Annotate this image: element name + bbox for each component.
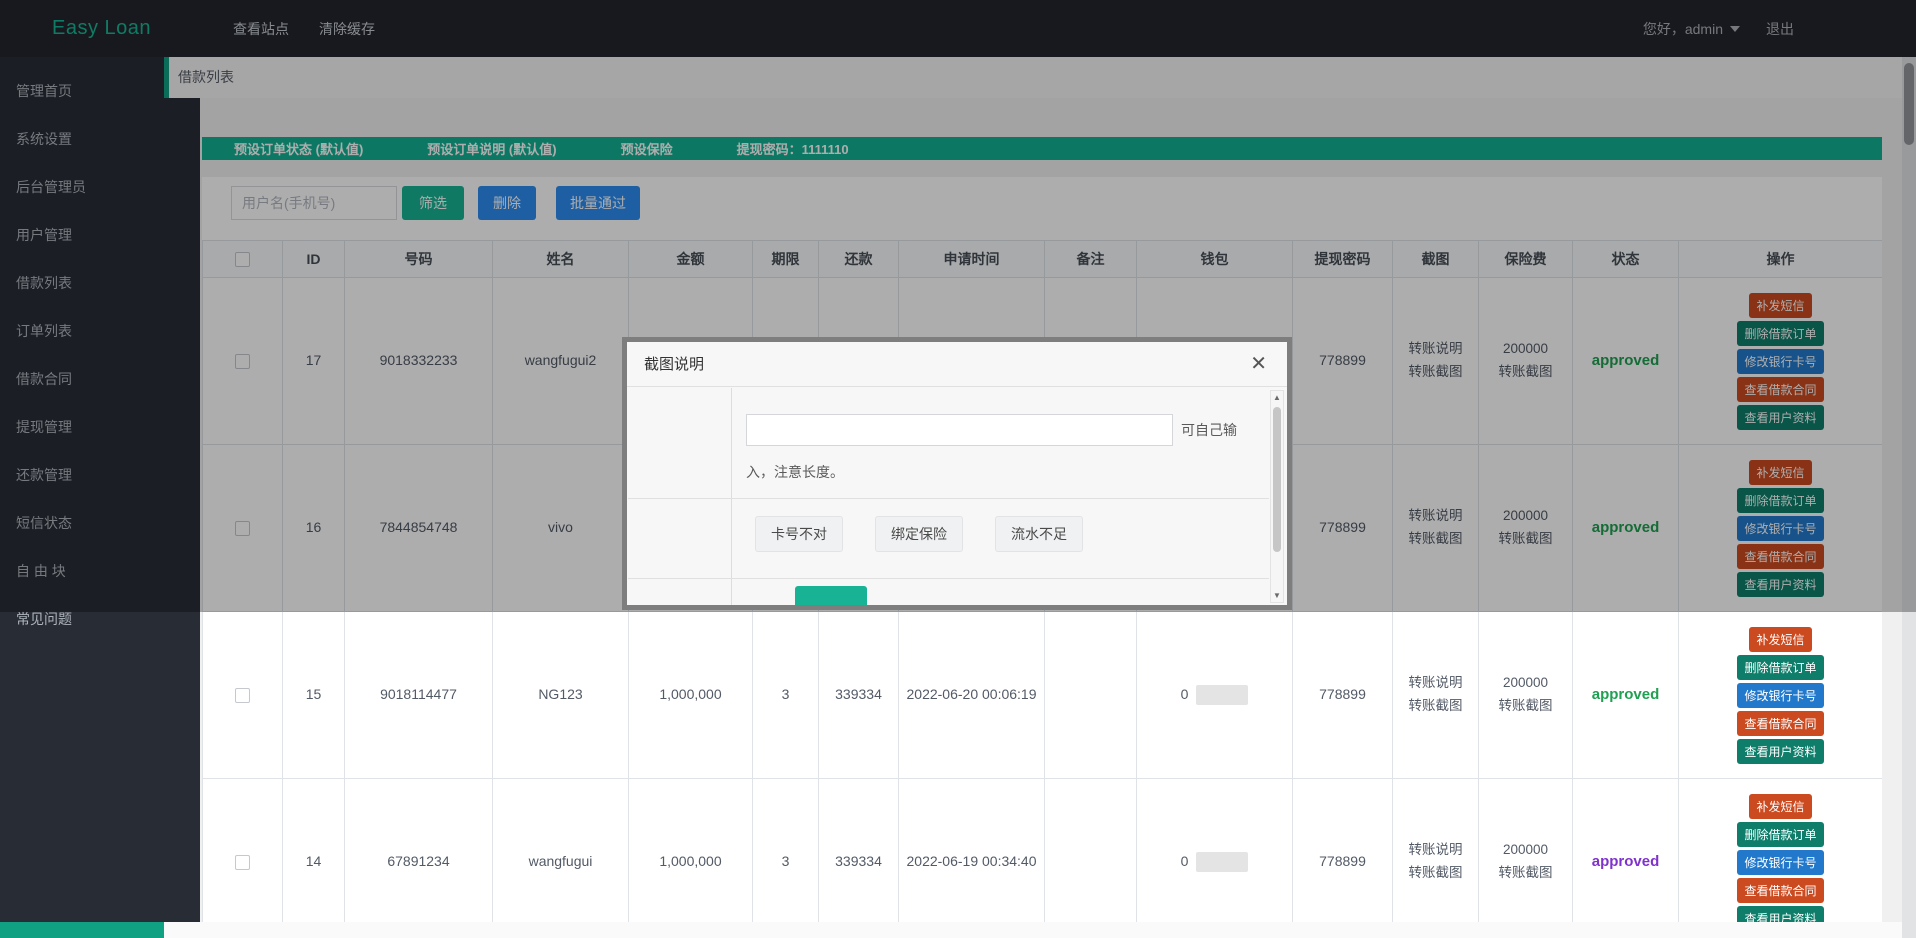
app-root: Easy Loan 查看站点清除缓存 您好，admin 退出 管理首页系统设置后… bbox=[0, 0, 1916, 938]
phone-cell: 9018114477 bbox=[345, 612, 493, 779]
apply-time-cell: 2022-06-20 00:06:19 bbox=[899, 612, 1045, 779]
sidebar-toggle[interactable] bbox=[0, 922, 164, 938]
amount-cell: 1,000,000 bbox=[629, 612, 753, 779]
note-cell bbox=[1045, 612, 1137, 779]
insurance-cell: 200000转账截图 bbox=[1479, 612, 1573, 779]
screenshot-link[interactable]: 转账截图 bbox=[1393, 695, 1478, 718]
actions-cell: 补发短信删除借款订单修改银行卡号查看借款合同查看用户资料 bbox=[1679, 779, 1883, 923]
id-cell: 14 bbox=[283, 779, 345, 923]
quick-note-button[interactable]: 流水不足 bbox=[995, 516, 1083, 552]
bottom-strip bbox=[164, 922, 1916, 938]
note-hint-inline: 可自己输 bbox=[1181, 420, 1237, 440]
apply-time-cell: 2022-06-19 00:34:40 bbox=[899, 779, 1045, 923]
row-select-cell bbox=[203, 612, 283, 779]
modal-scrollbar[interactable]: ▲ ▼ bbox=[1270, 390, 1284, 603]
quick-note-buttons: 卡号不对绑定保险流水不足 bbox=[755, 516, 1115, 552]
wallet-value: 0 bbox=[1181, 686, 1189, 702]
row-checkbox[interactable] bbox=[235, 688, 250, 703]
id-cell: 15 bbox=[283, 612, 345, 779]
modal-body: 可自己输 入，注意长度。 卡号不对绑定保险流水不足 ▲ ▼ bbox=[627, 388, 1287, 605]
modal-divider-1 bbox=[628, 498, 1269, 499]
wallet-pill bbox=[1196, 685, 1248, 705]
modal-scrollbar-thumb[interactable] bbox=[1273, 407, 1281, 552]
name-cell: wangfugui bbox=[493, 779, 629, 923]
term-cell: 3 bbox=[753, 779, 819, 923]
wallet-cell: 0 bbox=[1137, 612, 1293, 779]
phone-cell: 67891234 bbox=[345, 779, 493, 923]
screenshot-link[interactable]: 转账说明 bbox=[1393, 672, 1478, 695]
status-badge: approved bbox=[1592, 686, 1660, 703]
insurance-screenshot-link[interactable]: 转账截图 bbox=[1479, 862, 1572, 885]
withdraw-password-cell: 778899 bbox=[1293, 779, 1393, 923]
table-row: 1467891234wangfugui1,000,00033393342022-… bbox=[203, 779, 1883, 923]
action-button[interactable]: 补发短信 bbox=[1749, 794, 1811, 819]
actions-cell: 补发短信删除借款订单修改银行卡号查看借款合同查看用户资料 bbox=[1679, 612, 1883, 779]
action-button[interactable]: 修改银行卡号 bbox=[1737, 683, 1823, 708]
screenshot-cell: 转账说明转账截图 bbox=[1393, 779, 1479, 923]
wallet-value: 0 bbox=[1181, 853, 1189, 869]
modal-title-bar: 截图说明 ✕ bbox=[627, 342, 1287, 387]
insurance-cell: 200000转账截图 bbox=[1479, 779, 1573, 923]
action-button[interactable]: 查看用户资料 bbox=[1737, 906, 1823, 923]
screenshot-cell: 转账说明转账截图 bbox=[1393, 612, 1479, 779]
note-hint-below: 入，注意长度。 bbox=[746, 462, 1269, 482]
wallet-cell: 0 bbox=[1137, 779, 1293, 923]
insurance-screenshot-link[interactable]: 转账截图 bbox=[1479, 695, 1572, 718]
action-button[interactable]: 补发短信 bbox=[1749, 627, 1811, 652]
row-select-cell bbox=[203, 779, 283, 923]
term-cell: 3 bbox=[753, 612, 819, 779]
name-cell: NG123 bbox=[493, 612, 629, 779]
quick-note-button[interactable]: 绑定保险 bbox=[875, 516, 963, 552]
action-button[interactable]: 修改银行卡号 bbox=[1737, 850, 1823, 875]
withdraw-password-cell: 778899 bbox=[1293, 612, 1393, 779]
row-checkbox[interactable] bbox=[235, 855, 250, 870]
status-badge: approved bbox=[1592, 853, 1660, 870]
repay-cell: 339334 bbox=[819, 779, 899, 923]
amount-cell: 1,000,000 bbox=[629, 779, 753, 923]
scroll-down-icon[interactable]: ▼ bbox=[1271, 591, 1283, 600]
insurance-amount: 200000 bbox=[1479, 672, 1572, 695]
note-cell bbox=[1045, 779, 1137, 923]
action-button[interactable]: 删除借款订单 bbox=[1737, 822, 1823, 847]
modal-divider-2 bbox=[628, 578, 1269, 579]
status-cell: approved bbox=[1573, 779, 1679, 923]
action-button[interactable]: 删除借款订单 bbox=[1737, 655, 1823, 680]
status-cell: approved bbox=[1573, 612, 1679, 779]
table-row: 159018114477NG1231,000,00033393342022-06… bbox=[203, 612, 1883, 779]
repay-cell: 339334 bbox=[819, 612, 899, 779]
screenshot-link[interactable]: 转账说明 bbox=[1393, 839, 1478, 862]
screenshot-link[interactable]: 转账截图 bbox=[1393, 862, 1478, 885]
close-icon[interactable]: ✕ bbox=[1250, 351, 1267, 376]
screenshot-note-modal: 截图说明 ✕ 可自己输 入，注意长度。 卡号不对绑定保险流水不足 ▲ ▼ bbox=[622, 337, 1292, 610]
action-button[interactable]: 查看借款合同 bbox=[1737, 878, 1823, 903]
action-button[interactable]: 查看借款合同 bbox=[1737, 711, 1823, 736]
note-input[interactable] bbox=[746, 414, 1173, 446]
scroll-up-icon[interactable]: ▲ bbox=[1271, 393, 1283, 402]
modal-title: 截图说明 bbox=[627, 342, 1287, 387]
modal-form: 可自己输 入，注意长度。 bbox=[732, 388, 1269, 605]
action-button[interactable]: 查看用户资料 bbox=[1737, 739, 1823, 764]
quick-note-button[interactable]: 卡号不对 bbox=[755, 516, 843, 552]
confirm-button[interactable] bbox=[795, 586, 867, 605]
insurance-amount: 200000 bbox=[1479, 839, 1572, 862]
wallet-pill bbox=[1196, 852, 1248, 872]
